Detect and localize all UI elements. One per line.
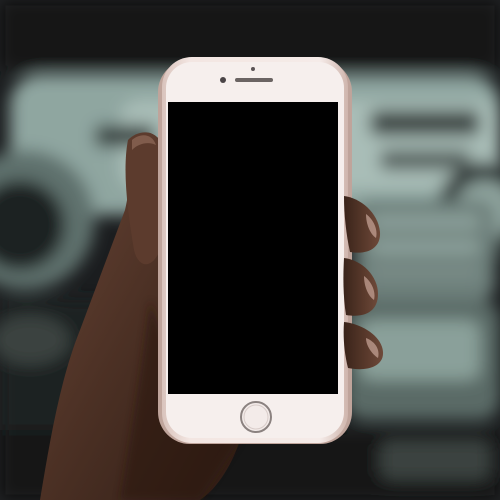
photo-illustration — [0, 0, 500, 500]
photo-scene — [0, 0, 500, 500]
smartphone — [158, 57, 352, 444]
phone-screen — [168, 102, 338, 394]
front-camera-icon — [220, 77, 226, 83]
sensor-dot — [251, 67, 255, 71]
earpiece — [235, 78, 273, 82]
home-button — [240, 401, 272, 433]
